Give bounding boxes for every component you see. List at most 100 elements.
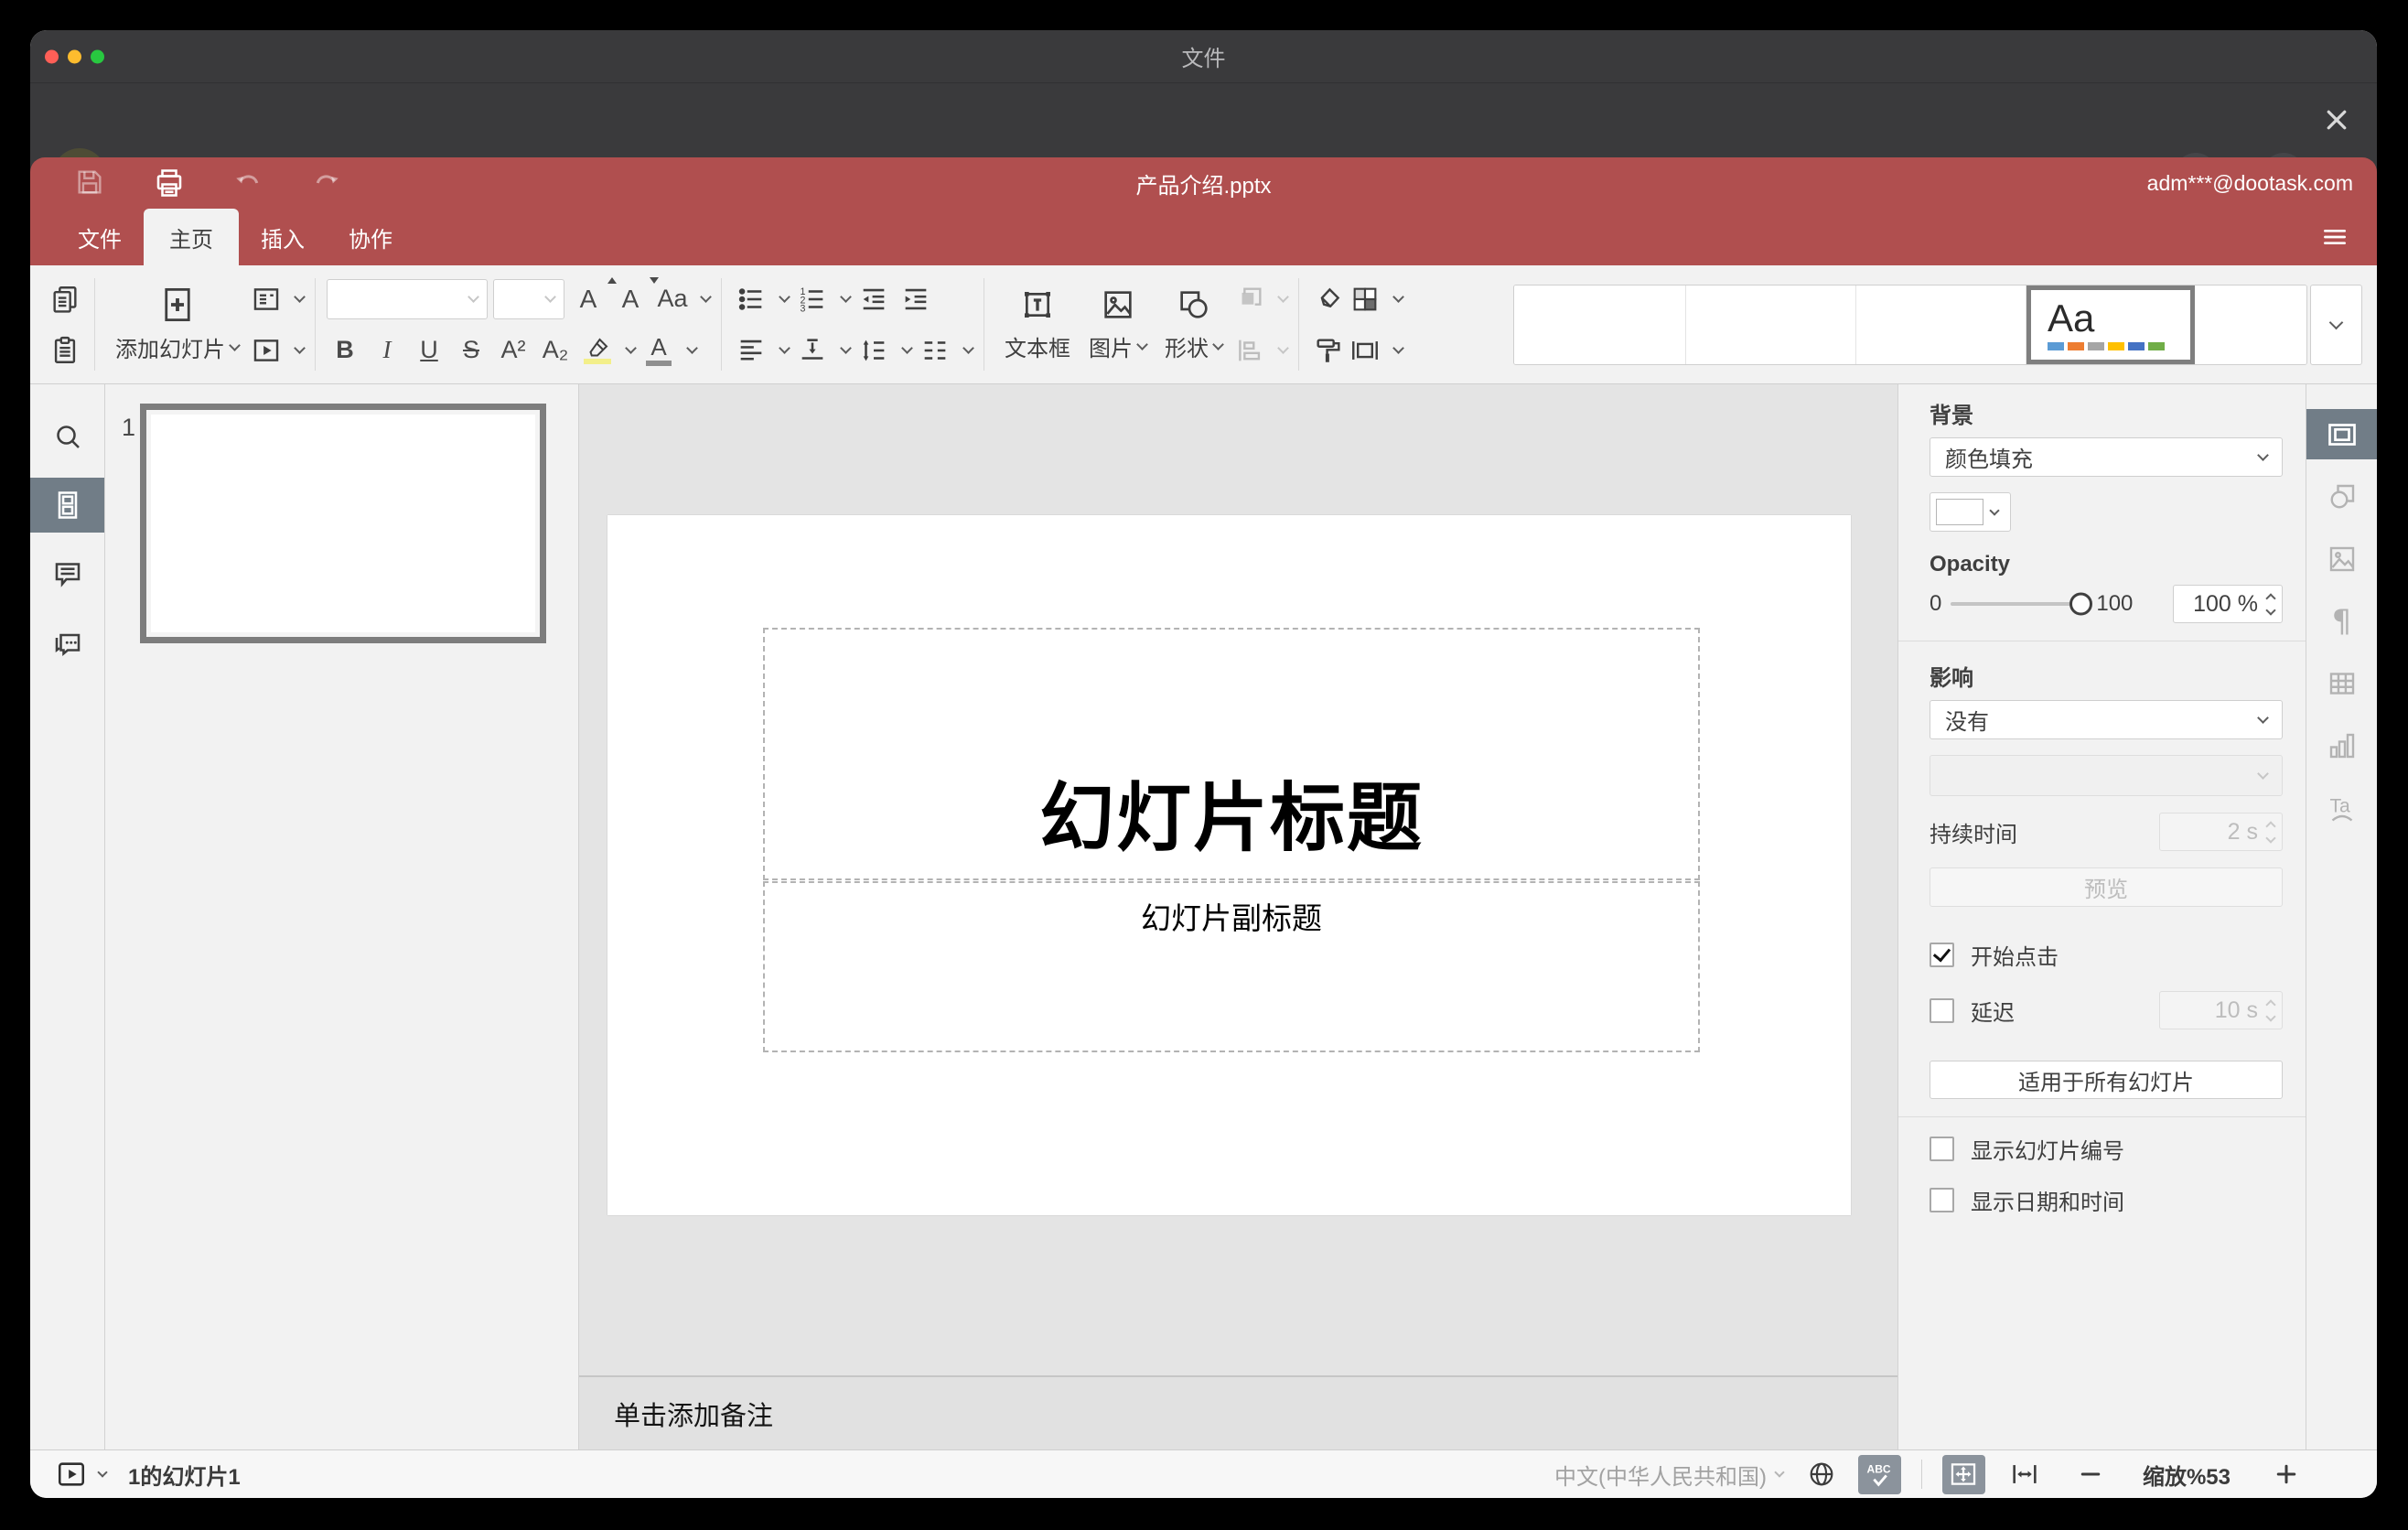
tab-collaboration[interactable]: 协作 — [327, 209, 414, 265]
slide-size-icon[interactable] — [1347, 330, 1383, 371]
theme-cell[interactable] — [1686, 285, 1856, 364]
show-slide-number-checkbox[interactable] — [1930, 1137, 1954, 1161]
title-placeholder[interactable]: 幻灯片标题 — [763, 628, 1700, 880]
decrease-indent-icon[interactable] — [855, 279, 892, 319]
menu-icon[interactable] — [2320, 222, 2349, 252]
font-size-select[interactable] — [493, 278, 564, 319]
apply-to-all-button[interactable]: 适用于所有幻灯片 — [1930, 1061, 2283, 1099]
tab-home[interactable]: 主页 — [144, 209, 239, 265]
save-icon[interactable] — [74, 167, 107, 199]
start-slideshow-icon[interactable] — [248, 330, 285, 371]
decrease-font-icon[interactable]: A — [612, 276, 659, 319]
zoom-in-icon[interactable] — [2273, 1460, 2300, 1488]
start-slideshow-status-icon[interactable] — [55, 1459, 88, 1490]
theme-colors-icon[interactable] — [1347, 279, 1383, 319]
line-spacing-icon[interactable] — [855, 330, 892, 371]
tab-file[interactable]: 文件 — [56, 209, 144, 265]
horizontal-align-icon[interactable] — [733, 330, 769, 371]
increase-font-icon[interactable]: A — [570, 276, 617, 319]
show-date-time-checkbox[interactable] — [1930, 1188, 1954, 1212]
shape-settings-icon[interactable] — [2306, 471, 2378, 522]
slide-canvas[interactable]: 幻灯片标题 幻灯片副标题 — [607, 515, 1851, 1215]
theme-cell[interactable] — [1856, 285, 2026, 364]
start-on-click-row: 开始点击 — [1930, 939, 2283, 971]
left-sidebar — [30, 384, 105, 1449]
subscript-button[interactable]: A₂ — [537, 330, 574, 371]
slide-thumbnail[interactable] — [140, 404, 546, 643]
delay-checkbox[interactable] — [1930, 997, 1954, 1023]
duration-label: 持续时间 — [1930, 822, 2017, 847]
increase-indent-icon[interactable] — [898, 279, 934, 319]
start-on-click-checkbox[interactable] — [1930, 943, 1954, 967]
opacity-slider-knob[interactable] — [2069, 592, 2093, 616]
eraser-icon[interactable] — [1310, 279, 1347, 319]
vertical-align-icon[interactable] — [794, 330, 831, 371]
zoom-out-icon[interactable] — [2077, 1460, 2104, 1488]
theme-cell[interactable] — [2195, 285, 2306, 364]
table-settings-icon[interactable] — [2306, 658, 2378, 708]
numbered-list-icon[interactable]: 123 — [794, 279, 831, 319]
image-label: 图片 — [1089, 337, 1133, 361]
font-name-select[interactable] — [327, 278, 488, 319]
zoom-traffic-light[interactable] — [91, 49, 104, 63]
opacity-slider[interactable] — [1951, 592, 2093, 616]
search-icon[interactable] — [30, 408, 104, 465]
theme-palette — [2048, 342, 2190, 350]
print-icon[interactable] — [153, 167, 186, 199]
slides-panel-icon[interactable] — [30, 478, 104, 533]
undo-icon[interactable] — [231, 167, 264, 199]
effect-select[interactable]: 没有 — [1930, 700, 2283, 739]
language-label: 中文(中华人民共和国) — [1553, 1464, 1767, 1490]
comments-icon[interactable] — [30, 545, 104, 602]
fit-width-icon[interactable] — [2009, 1459, 2040, 1490]
paint-roller-icon[interactable] — [1310, 330, 1347, 371]
theme-cell-selected[interactable]: Aa — [2026, 285, 2195, 364]
image-button[interactable]: 图片 — [1080, 265, 1156, 383]
spellcheck-icon[interactable]: ABC — [1857, 1454, 1901, 1494]
underline-button[interactable]: U — [411, 330, 447, 371]
bold-button[interactable]: B — [327, 330, 363, 371]
paste-icon[interactable] — [47, 330, 83, 371]
background-fill-select[interactable]: 颜色填充 — [1930, 437, 2283, 477]
text-art-settings-icon[interactable]: Ta — [2306, 782, 2378, 833]
theme-cell[interactable] — [1514, 285, 1686, 364]
text-box-button[interactable]: 文本框 — [995, 265, 1080, 383]
add-slide-button[interactable]: 添加幻灯片 — [106, 265, 248, 383]
close-traffic-light[interactable] — [45, 49, 59, 63]
chat-icon[interactable] — [30, 615, 104, 672]
strikeout-button[interactable]: S — [453, 330, 489, 371]
slide-settings-icon[interactable] — [2306, 409, 2377, 459]
slide-layout-icon[interactable] — [248, 279, 285, 319]
theme-gallery-expand-icon[interactable] — [2310, 284, 2362, 365]
align-shape-icon[interactable] — [1231, 330, 1268, 371]
globe-icon[interactable] — [1807, 1460, 1836, 1489]
columns-icon[interactable] — [917, 330, 953, 371]
highlight-color-icon[interactable] — [579, 330, 616, 371]
fit-slide-icon[interactable] — [1941, 1454, 1985, 1494]
image-settings-icon[interactable] — [2306, 533, 2378, 584]
redo-icon[interactable] — [310, 167, 343, 199]
chart-settings-icon[interactable] — [2306, 720, 2378, 770]
start-on-click-label: 开始点击 — [1971, 945, 2059, 970]
close-icon[interactable] — [2322, 105, 2351, 135]
font-color-icon[interactable]: A — [640, 330, 677, 371]
language-selector[interactable]: 中文(中华人民共和国) — [1553, 1459, 1785, 1491]
copy-icon[interactable] — [47, 279, 83, 319]
italic-button[interactable]: I — [369, 330, 405, 371]
editor-area: 幻灯片标题 幻灯片副标题 单击添加备注 — [579, 384, 1897, 1449]
fill-color-button[interactable] — [1930, 492, 2011, 532]
superscript-button[interactable]: A² — [495, 330, 532, 371]
shape-label: 形状 — [1165, 337, 1209, 361]
bullet-list-icon[interactable] — [733, 279, 769, 319]
show-slide-number-label: 显示幻灯片编号 — [1971, 1139, 2124, 1164]
opacity-spinner[interactable]: 100 % — [2173, 585, 2283, 623]
slideshow-options-icon[interactable] — [97, 1467, 108, 1478]
subtitle-placeholder[interactable]: 幻灯片副标题 — [763, 881, 1700, 1052]
minimize-traffic-light[interactable] — [68, 49, 81, 63]
notes-area[interactable]: 单击添加备注 — [579, 1375, 1897, 1449]
arrange-shape-icon[interactable] — [1231, 279, 1268, 319]
change-case-icon[interactable]: Aa — [654, 279, 691, 319]
tab-insert[interactable]: 插入 — [239, 209, 327, 265]
paragraph-settings-icon[interactable]: ¶ — [2306, 596, 2378, 646]
shape-button[interactable]: 形状 — [1156, 265, 1231, 383]
